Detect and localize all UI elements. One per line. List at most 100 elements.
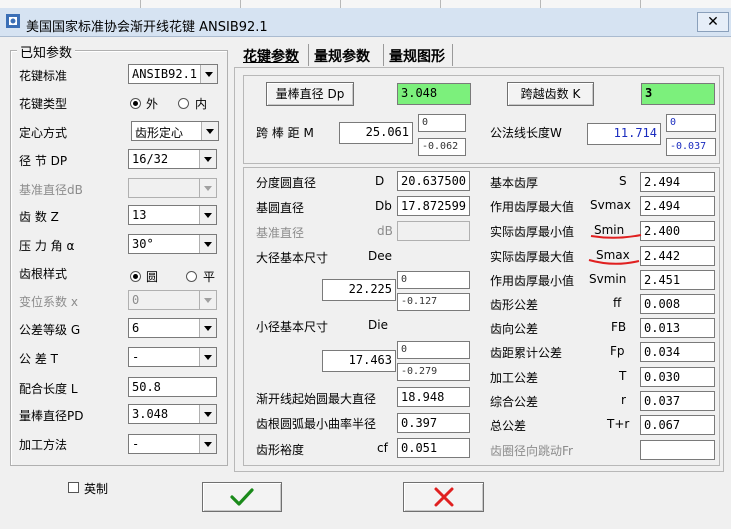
method-label: 加工方法 <box>19 438 68 452</box>
tab-gauge-graphics[interactable]: 量规图形 <box>387 44 453 66</box>
row-value[interactable]: 2.494 <box>640 196 715 216</box>
chevron-down-icon[interactable] <box>199 206 216 224</box>
row-label: 作用齿厚最大值 <box>490 200 575 214</box>
row-value[interactable]: 0.034 <box>640 342 715 362</box>
check-icon <box>230 488 254 506</box>
close-button[interactable]: ✕ <box>697 12 729 32</box>
teeth-label: 齿 数 Z <box>19 210 59 224</box>
major-dia-value[interactable]: 22.225 <box>322 279 396 301</box>
dp-gauge-button[interactable]: 量棒直径 Dp <box>266 82 354 106</box>
dp-gauge-value: 3.048 <box>397 83 471 105</box>
teeth-select[interactable]: 13 <box>128 205 217 225</box>
k-button[interactable]: 跨越齿数 K <box>507 82 594 106</box>
row-label: 实际齿厚最大值 <box>490 250 575 264</box>
row-value[interactable]: 0.030 <box>640 367 715 387</box>
runout-value[interactable] <box>640 440 715 460</box>
w-lower-dev[interactable]: -0.037 <box>666 138 716 156</box>
row-label: 基本齿厚 <box>490 176 539 190</box>
minor-dia-lower[interactable]: -0.279 <box>397 363 470 381</box>
root-flat-label: 平 <box>203 270 216 284</box>
title-bar: 美国国家标准协会渐开线花键 ANSIB92.1 ✕ <box>0 8 731 37</box>
tab-gauge-params[interactable]: 量规参数 <box>312 44 384 66</box>
ref-dia-symbol: dB <box>377 224 393 238</box>
row-value[interactable]: 0.067 <box>640 415 715 435</box>
imperial-checkbox[interactable] <box>68 482 79 493</box>
pitch-dia-value[interactable]: 20.637500 <box>397 171 470 191</box>
row-label: 总公差 <box>490 419 527 433</box>
app-icon <box>6 14 20 28</box>
method-select[interactable]: - <box>128 434 217 454</box>
m-lower-dev[interactable]: -0.062 <box>418 138 466 156</box>
chevron-down-icon[interactable] <box>201 122 218 140</box>
base-dia-label: 基圆直径 <box>256 201 305 215</box>
chevron-down-icon[interactable] <box>199 235 216 253</box>
form-dia-value[interactable]: 18.948 <box>397 387 470 407</box>
tab-spline-params[interactable]: 花键参数 <box>241 44 309 66</box>
ok-button[interactable] <box>202 482 282 512</box>
minor-dia-value[interactable]: 17.463 <box>322 350 396 372</box>
form-clearance-value[interactable]: 0.051 <box>397 438 470 458</box>
row-value[interactable]: 0.037 <box>640 391 715 411</box>
row-symbol: r <box>621 393 626 407</box>
minor-dia-label: 小径基本尺寸 <box>256 320 329 334</box>
minor-dia-symbol: Die <box>368 318 388 332</box>
chevron-down-icon[interactable] <box>199 179 216 197</box>
chevron-down-icon[interactable] <box>199 435 216 453</box>
row-symbol: Svmin <box>589 272 627 286</box>
chevron-down-icon[interactable] <box>199 348 216 366</box>
fillet-radius-value[interactable]: 0.397 <box>397 413 470 433</box>
root-round-radio[interactable] <box>130 271 141 282</box>
fillet-radius-label: 齿根圆弧最小曲率半径 <box>256 417 377 431</box>
known-params-legend: 已知参数 <box>17 42 76 61</box>
major-dia-upper[interactable]: 0 <box>397 271 470 289</box>
spline-std-select[interactable]: ANSIB92.1 <box>128 64 218 84</box>
ref-dia-select[interactable] <box>128 178 217 198</box>
shift-select[interactable]: 0 <box>128 290 217 310</box>
ref-dia-label-2: 基准直径 <box>256 226 305 240</box>
row-label: 实际齿厚最小值 <box>490 225 575 239</box>
tol-select[interactable]: - <box>128 347 217 367</box>
spline-type-outer-radio[interactable] <box>130 98 141 109</box>
ref-dia-value-2[interactable] <box>397 221 470 241</box>
row-value[interactable]: 2.494 <box>640 172 715 192</box>
centering-select[interactable]: 齿形定心 <box>131 121 219 141</box>
chevron-down-icon[interactable] <box>199 319 216 337</box>
centering-label: 定心方式 <box>19 126 68 140</box>
root-flat-radio[interactable] <box>186 271 197 282</box>
runout-label: 齿圈径向跳动Fr <box>490 444 573 458</box>
row-value[interactable]: 2.442 <box>640 246 715 266</box>
row-symbol: ff <box>613 296 622 310</box>
minor-dia-upper[interactable]: 0 <box>397 341 470 359</box>
pressure-label: 压 力 角 α <box>19 239 75 253</box>
teeth-value: 13 <box>132 208 147 222</box>
chevron-down-icon[interactable] <box>200 65 217 83</box>
w-upper-dev[interactable]: 0 <box>666 114 716 132</box>
row-value[interactable]: 2.451 <box>640 270 715 290</box>
chevron-down-icon[interactable] <box>199 150 216 168</box>
grade-value: 6 <box>132 321 140 335</box>
tol-label: 公 差 T <box>19 352 58 366</box>
chevron-down-icon[interactable] <box>199 291 216 309</box>
row-value[interactable]: 0.008 <box>640 294 715 314</box>
m-upper-dev[interactable]: 0 <box>418 114 466 132</box>
spline-type-inner-radio[interactable] <box>178 98 189 109</box>
pressure-value: 30° <box>132 237 154 251</box>
m-value[interactable]: 25.061 <box>339 122 413 144</box>
row-symbol: FB <box>611 320 627 334</box>
base-dia-value[interactable]: 17.872599 <box>397 196 470 216</box>
grade-select[interactable]: 6 <box>128 318 217 338</box>
major-dia-lower[interactable]: -0.127 <box>397 293 470 311</box>
cancel-button[interactable] <box>403 482 484 512</box>
cross-icon <box>434 487 453 507</box>
length-input[interactable]: 50.8 <box>128 377 217 397</box>
w-value[interactable]: 11.714 <box>587 123 661 145</box>
pressure-select[interactable]: 30° <box>128 234 217 254</box>
dp-select[interactable]: 16/32 <box>128 149 217 169</box>
chevron-down-icon[interactable] <box>199 405 216 423</box>
centering-value: 齿形定心 <box>135 126 184 140</box>
row-value[interactable]: 0.013 <box>640 318 715 338</box>
row-label: 加工公差 <box>490 371 539 385</box>
pd-select[interactable]: 3.048 <box>128 404 217 424</box>
spline-std-label: 花键标准 <box>19 69 68 83</box>
row-value[interactable]: 2.400 <box>640 221 715 241</box>
